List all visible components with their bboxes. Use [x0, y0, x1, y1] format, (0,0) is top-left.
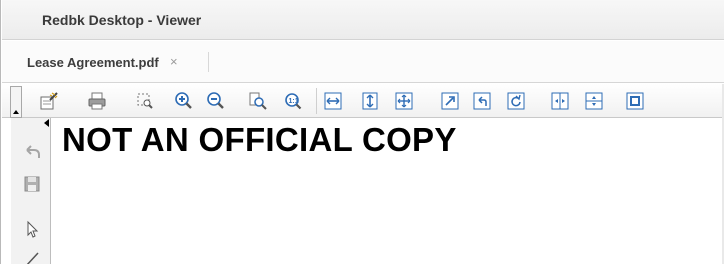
toolbar-collapse-handle[interactable] [10, 86, 22, 118]
toolbar: 1:1 [2, 84, 724, 118]
save-icon[interactable] [21, 173, 43, 195]
tab-strip: Lease Agreement.pdf × [2, 41, 724, 83]
line-tool-icon[interactable] [21, 248, 43, 264]
annotate-icon[interactable] [38, 90, 60, 112]
zoom-in-icon[interactable] [173, 90, 195, 112]
full-screen-icon[interactable] [624, 90, 646, 112]
window-title: Redbk Desktop - Viewer [42, 12, 202, 28]
left-tool-panel [11, 118, 51, 264]
zoom-actual-icon[interactable]: 1:1 [282, 90, 304, 112]
panel-collapse-arrow-icon[interactable] [44, 119, 49, 127]
marquee-zoom-icon[interactable] [134, 90, 156, 112]
fit-width-icon[interactable] [322, 90, 344, 112]
zoom-out-icon[interactable] [205, 90, 227, 112]
zoom-page-icon[interactable] [247, 90, 269, 112]
viewer-window: Redbk Desktop - Viewer Lease Agreement.p… [0, 0, 724, 264]
tab-divider [208, 52, 209, 72]
tab-label[interactable]: Lease Agreement.pdf [27, 55, 159, 70]
fit-window-icon[interactable] [393, 90, 415, 112]
split-horizontal-icon[interactable] [583, 90, 605, 112]
split-vertical-icon[interactable] [549, 90, 571, 112]
rotate-right-icon[interactable] [439, 90, 461, 112]
close-icon[interactable]: × [168, 55, 180, 68]
title-bar: Redbk Desktop - Viewer [2, 0, 724, 40]
select-pointer-icon[interactable] [21, 218, 43, 240]
fit-height-icon[interactable] [359, 90, 381, 112]
document-watermark: NOT AN OFFICIAL COPY [62, 121, 457, 158]
rotate-left-icon[interactable] [471, 90, 493, 112]
toolbar-divider [316, 88, 317, 114]
document-view[interactable]: NOT AN OFFICIAL COPY [52, 118, 724, 264]
collapse-arrow-icon [13, 110, 19, 114]
tab-document[interactable]: Lease Agreement.pdf × [2, 41, 212, 83]
undo-icon[interactable] [21, 141, 43, 163]
rotate-refresh-icon[interactable] [505, 90, 527, 112]
print-icon[interactable] [86, 90, 108, 112]
